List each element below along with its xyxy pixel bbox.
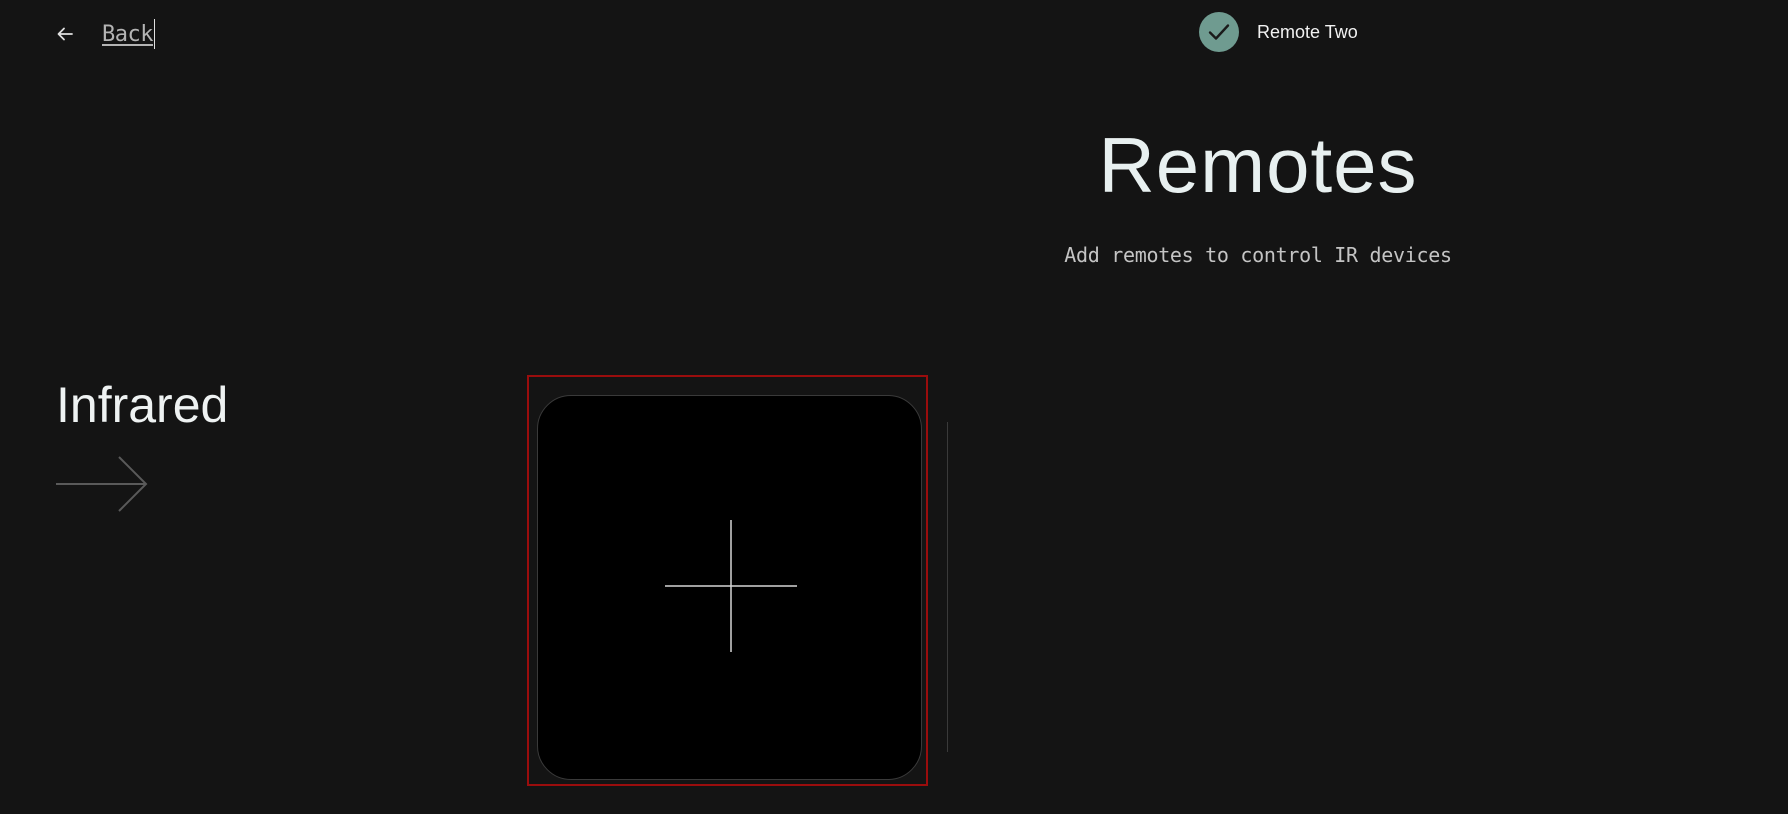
plus-icon — [665, 520, 797, 652]
device-name: Remote Two — [1257, 21, 1358, 42]
connection-status: Remote Two — [1199, 12, 1358, 52]
back-button[interactable]: Back — [54, 16, 155, 52]
arrow-right-icon — [56, 456, 150, 517]
add-remote-button[interactable] — [537, 395, 922, 780]
divider — [947, 422, 948, 752]
page-title: Remotes — [1098, 121, 1418, 209]
section-title-infrared: Infrared — [56, 377, 229, 433]
checkmark-icon — [1199, 12, 1239, 52]
arrow-left-icon — [54, 23, 76, 45]
text-cursor — [153, 19, 155, 49]
back-label[interactable]: Back — [102, 22, 153, 47]
page-subtitle: Add remotes to control IR devices — [1064, 243, 1452, 267]
